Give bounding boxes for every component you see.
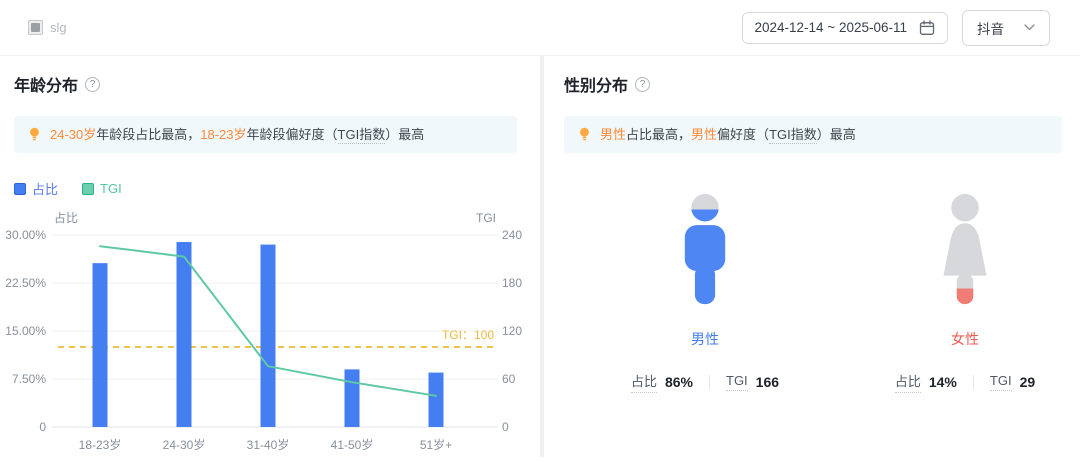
legend-item-TGI[interactable]: TGI — [82, 179, 122, 198]
tip-segment: 男性 — [600, 127, 626, 142]
female-stats: 占比 14% TGI 29 — [895, 371, 1035, 393]
x-axis-label: 18-23岁 — [79, 437, 122, 452]
right-axis-tick: 240 — [502, 228, 522, 242]
tip-segment: 年龄段偏好度（ — [247, 127, 338, 142]
left-axis-tick: 30.00% — [5, 228, 46, 242]
age-distribution-panel: 年龄分布 ? 24-30岁年龄段占比最高，18-23岁年龄段偏好度（TGI指数）… — [0, 56, 540, 457]
right-axis-tick: 60 — [502, 372, 516, 386]
tip-segment: 年龄段占比最高， — [96, 127, 200, 142]
age-insight-text: 24-30岁年龄段占比最高，18-23岁年龄段偏好度（TGI指数）最高 — [50, 126, 424, 143]
x-axis-label: 41-50岁 — [331, 437, 374, 452]
tgi-label: TGI — [726, 373, 748, 391]
date-range-value: 2024-12-14 ~ 2025-06-11 — [755, 20, 908, 35]
age-distribution-chart: 30.00% 240 22.50% 180 15.00% 120 7.50% 60 0 0 占比 TG… — [0, 210, 540, 462]
legend-swatch-icon — [82, 183, 94, 195]
x-axis-label: 51岁+ — [420, 437, 452, 452]
platform-select[interactable]: 抖音 — [962, 10, 1050, 46]
help-circle-icon[interactable]: ? — [85, 77, 100, 92]
right-axis-title: TGI — [476, 211, 496, 225]
tgi-reference-label: TGI：100 — [442, 328, 494, 342]
male-figure-icon — [675, 193, 735, 305]
gender-panel-title: 性别分布 — [564, 72, 628, 96]
chevron-down-icon — [1024, 24, 1035, 31]
topbar: slg 2024-12-14 ~ 2025-06-11 抖音 — [0, 0, 1080, 56]
platform-select-value: 抖音 — [977, 18, 1004, 38]
left-axis-tick: 15.00% — [5, 324, 46, 338]
gender-insight-tip: 男性占比最高，男性偏好度（TGI指数）最高 — [564, 116, 1062, 153]
male-card: 男性 占比 86% TGI 166 — [610, 193, 800, 393]
legend-label: 占比 — [32, 179, 58, 198]
share-bar — [261, 245, 276, 427]
topbar-controls: 2024-12-14 ~ 2025-06-11 抖音 — [742, 10, 1051, 46]
share-value: 14% — [929, 374, 957, 390]
x-axis-label: 31-40岁 — [247, 437, 290, 452]
right-axis-tick: 120 — [502, 324, 522, 338]
calendar-icon — [919, 20, 935, 36]
tip-segment: 24-30岁 — [50, 127, 96, 142]
share-label: 占比 — [895, 371, 921, 393]
help-circle-icon[interactable]: ? — [635, 77, 650, 92]
legend-item-占比[interactable]: 占比 — [14, 179, 58, 198]
age-insight-tip: 24-30岁年龄段占比最高，18-23岁年龄段偏好度（TGI指数）最高 — [14, 116, 517, 153]
age-panel-title: 年龄分布 — [14, 72, 78, 96]
gender-insight-text: 男性占比最高，男性偏好度（TGI指数）最高 — [600, 126, 856, 143]
stat-separator — [973, 375, 974, 389]
tgi-value: 29 — [1020, 374, 1036, 390]
lightbulb-icon — [28, 127, 41, 142]
tip-segment: 占比最高， — [626, 127, 691, 142]
legend-swatch-icon — [14, 183, 26, 195]
right-axis-tick: 180 — [502, 276, 522, 290]
gender-panel-header: 性别分布 ? — [564, 72, 1060, 96]
age-panel-header: 年龄分布 ? — [14, 72, 540, 96]
gender-distribution-panel: 性别分布 ? 男性占比最高，男性偏好度（TGI指数）最高 — [544, 56, 1080, 457]
content-panels: 年龄分布 ? 24-30岁年龄段占比最高，18-23岁年龄段偏好度（TGI指数）… — [0, 56, 1080, 457]
tip-segment: ）最高 — [817, 127, 856, 142]
share-bar — [429, 373, 444, 427]
left-axis-tick: 0 — [39, 420, 46, 434]
x-axis-label: 24-30岁 — [163, 437, 206, 452]
male-label: 男性 — [691, 329, 719, 349]
share-bar — [177, 242, 192, 427]
age-chart-container: 30.00% 240 22.50% 180 15.00% 120 7.50% 60 0 0 占比 TG… — [0, 210, 540, 467]
brand-chip[interactable]: slg — [28, 20, 67, 35]
brand-label: slg — [50, 20, 67, 35]
female-card: 女性 占比 14% TGI 29 — [870, 193, 1060, 393]
male-stats: 占比 86% TGI 166 — [631, 371, 779, 393]
share-bar — [345, 369, 360, 427]
left-axis-title: 占比 — [54, 210, 78, 225]
share-label: 占比 — [631, 371, 657, 393]
tgi-label: TGI — [990, 373, 1012, 391]
right-axis-tick: 0 — [502, 420, 509, 434]
left-axis-tick: 7.50% — [12, 372, 46, 386]
tip-segment: 男性 — [691, 127, 717, 142]
tip-segment: 偏好度（ — [717, 127, 769, 142]
tip-segment: 18-23岁 — [200, 127, 246, 142]
female-label: 女性 — [951, 329, 979, 349]
lightbulb-icon — [578, 127, 591, 142]
date-range-picker[interactable]: 2024-12-14 ~ 2025-06-11 — [742, 12, 949, 44]
legend-label: TGI — [100, 181, 122, 196]
tip-segment: TGI指数 — [338, 127, 386, 144]
stat-separator — [709, 375, 710, 389]
gender-cards: 男性 占比 86% TGI 166 — [564, 193, 1060, 393]
tip-segment: ）最高 — [385, 127, 424, 142]
share-value: 86% — [665, 374, 693, 390]
chart-legend: 占比 TGI — [14, 179, 540, 198]
female-figure-icon — [935, 193, 995, 305]
checkbox-square-icon[interactable] — [28, 20, 43, 35]
share-bar — [93, 263, 108, 427]
tip-segment: TGI指数 — [769, 127, 817, 144]
left-axis-tick: 22.50% — [5, 276, 46, 290]
tgi-value: 166 — [756, 374, 779, 390]
